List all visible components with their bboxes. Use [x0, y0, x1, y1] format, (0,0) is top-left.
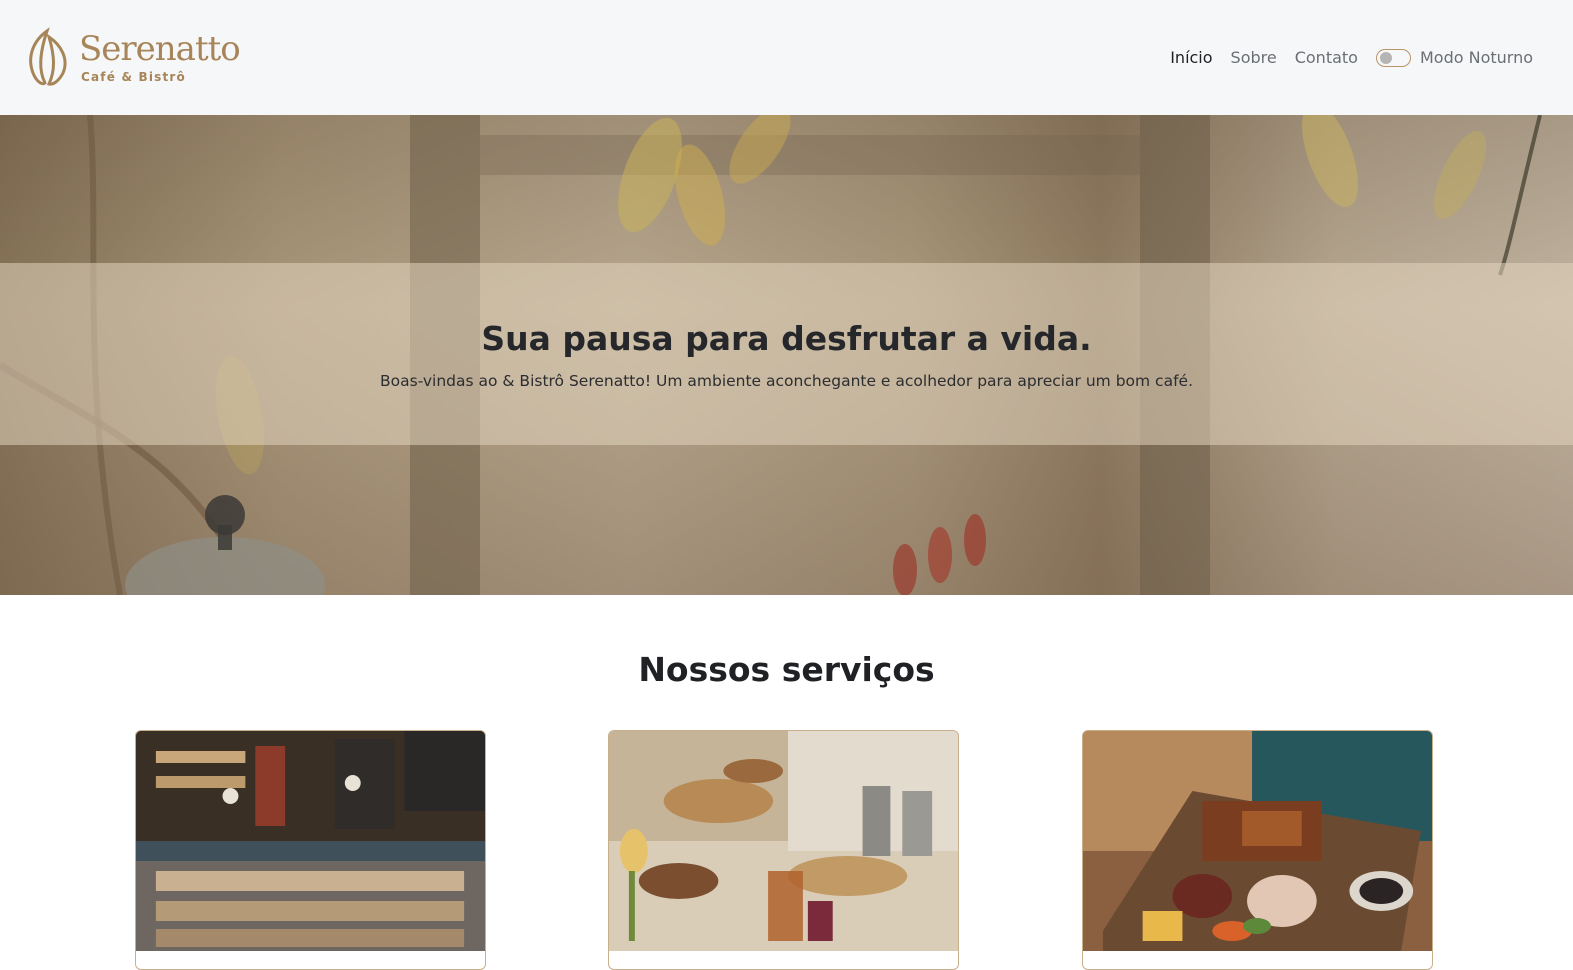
nav-link-sobre[interactable]: Sobre: [1231, 48, 1277, 67]
main-nav: Início Sobre Contato Modo Noturno: [1170, 48, 1533, 67]
toggle-knob: [1379, 51, 1392, 64]
logo-name: Serenatto: [79, 29, 241, 69]
dark-mode-toggle[interactable]: [1375, 48, 1411, 67]
service-card[interactable]: [608, 730, 959, 970]
nav-link-contato[interactable]: Contato: [1295, 48, 1358, 67]
hero-text-band: Sua pausa para desfrutar a vida. Boas-vi…: [0, 263, 1573, 445]
service-card[interactable]: [135, 730, 486, 970]
charcuterie-board-photo: [1083, 731, 1432, 951]
dark-mode-control: Modo Noturno: [1375, 48, 1533, 67]
hero-banner: Sua pausa para desfrutar a vida. Boas-vi…: [0, 115, 1573, 595]
hero-subtitle: Boas-vindas ao & Bistrô Serenatto! Um am…: [380, 371, 1193, 390]
brand-logo[interactable]: Serenatto Café & Bistrô: [25, 26, 241, 89]
dark-mode-label[interactable]: Modo Noturno: [1420, 48, 1533, 67]
hero-title: Sua pausa para desfrutar a vida.: [481, 318, 1092, 358]
services-title: Nossos serviços: [638, 650, 935, 689]
site-header: Serenatto Café & Bistrô Início Sobre Con…: [0, 0, 1573, 115]
breakfast-buffet-photo: [609, 731, 958, 951]
nav-link-inicio[interactable]: Início: [1170, 48, 1212, 67]
coffee-bean-logo-icon: [29, 26, 67, 86]
cafe-counter-photo: [136, 731, 485, 951]
logo-subtitle: Café & Bistrô: [81, 70, 186, 84]
service-card[interactable]: [1082, 730, 1433, 970]
